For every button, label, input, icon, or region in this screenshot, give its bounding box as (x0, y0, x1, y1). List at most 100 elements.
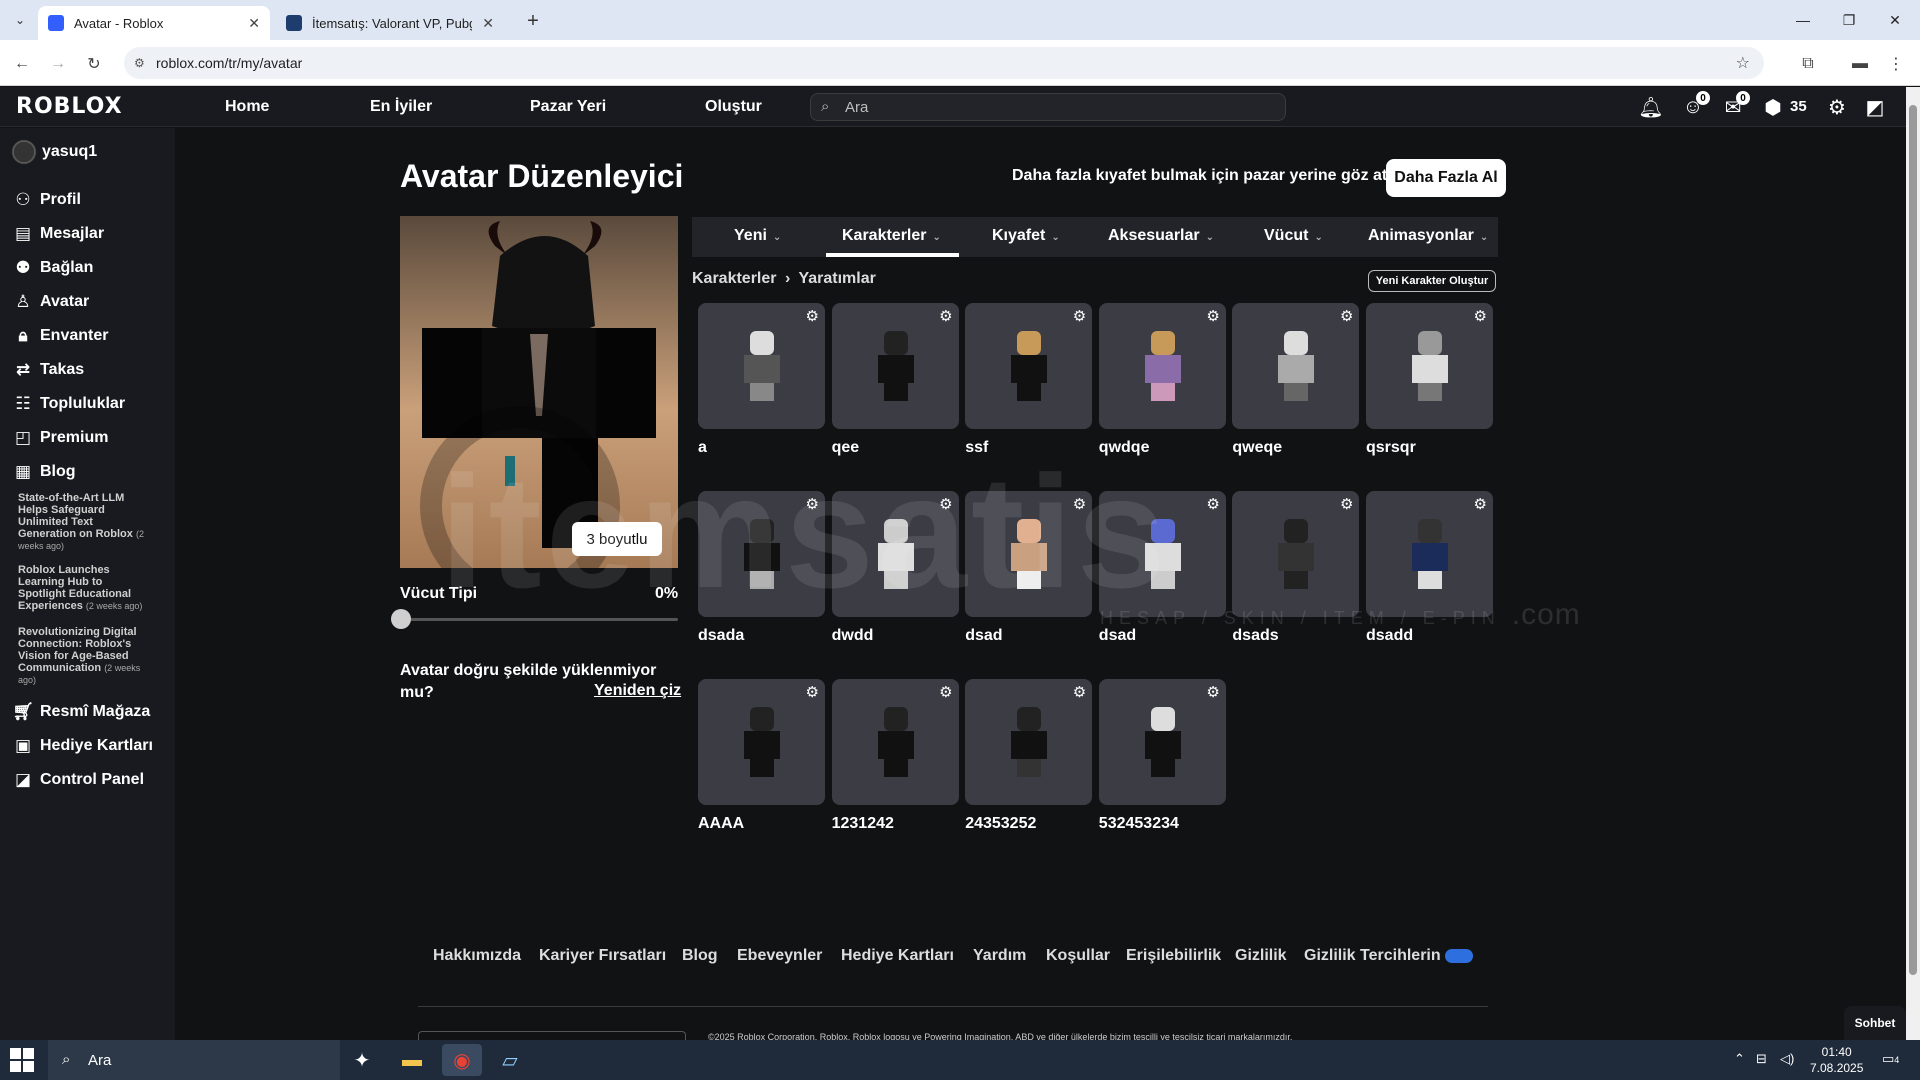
robux-icon[interactable]: ⬢ (1758, 93, 1788, 121)
tray-chevron-icon[interactable]: ⌃ (1734, 1051, 1745, 1067)
character-name[interactable]: AAAA (698, 815, 825, 833)
character-settings-gear-icon[interactable]: ⚙ (939, 683, 952, 701)
sidebar-item-inventory[interactable]: 🔒︎ Envanter (12, 326, 108, 346)
blog-news-item[interactable]: State-of-the-Art LLM Helps Safeguard Unl… (18, 492, 148, 552)
character-name[interactable]: qweqe (1232, 439, 1359, 457)
character-card[interactable]: ⚙ dsad (965, 491, 1093, 645)
character-name[interactable]: dwdd (832, 627, 959, 645)
nav-home[interactable]: Home (225, 98, 269, 116)
nav-marketplace[interactable]: Pazar Yeri (530, 98, 606, 116)
tab-animations[interactable]: Animasyonlar ⌄ (1368, 227, 1488, 245)
footer-link-privacy[interactable]: Gizlilik (1235, 947, 1287, 965)
character-thumbnail[interactable]: ⚙ (1098, 491, 1226, 617)
body-type-slider-thumb[interactable] (391, 609, 411, 629)
breadcrumb-parent[interactable]: Karakterler (692, 270, 777, 287)
character-settings-gear-icon[interactable]: ⚙ (1073, 495, 1086, 513)
close-tab-icon[interactable]: ✕ (248, 15, 260, 32)
toggle-3d-button[interactable]: 3 boyutlu (572, 522, 662, 556)
character-settings-gear-icon[interactable]: ⚙ (939, 495, 952, 513)
footer-link-privacy-choices[interactable]: Gizlilik Tercihlerin (1304, 947, 1474, 965)
character-settings-gear-icon[interactable]: ⚙ (1474, 307, 1487, 325)
character-name[interactable]: qsrsqr (1366, 439, 1493, 457)
notifications-icon[interactable]: ▭4 (1882, 1051, 1899, 1067)
roblox-logo[interactable]: ROBLOX (16, 94, 123, 119)
character-thumbnail[interactable]: ⚙ (1232, 303, 1360, 429)
character-name[interactable]: 532453234 (1099, 815, 1226, 833)
character-settings-gear-icon[interactable]: ⚙ (1206, 683, 1219, 701)
sidebar-item-control-panel[interactable]: ◪ Control Panel (12, 770, 144, 790)
footer-link-careers[interactable]: Kariyer Fırsatları (539, 947, 666, 965)
search-input[interactable]: ⌕ Ara (810, 93, 1286, 121)
character-card[interactable]: ⚙ AAAA (698, 679, 825, 833)
character-name[interactable]: qwdqe (1099, 439, 1226, 457)
avatar-preview[interactable] (400, 216, 678, 568)
character-name[interactable]: ssf (965, 439, 1092, 457)
sidebar-user[interactable]: yasuq1 (12, 140, 97, 164)
friends-icon[interactable]: ☺ 0 (1678, 91, 1710, 121)
character-name[interactable]: a (698, 439, 825, 457)
character-thumbnail[interactable]: ⚙ (965, 679, 1093, 805)
messages-icon[interactable]: ✉ 0 (1718, 91, 1750, 121)
character-settings-gear-icon[interactable]: ⚙ (939, 307, 952, 325)
character-thumbnail[interactable]: ⚙ (698, 679, 825, 805)
new-tab-icon[interactable]: + (520, 8, 546, 34)
footer-link-help[interactable]: Yardım (973, 947, 1026, 965)
character-card[interactable]: ⚙ qsrsqr (1366, 303, 1493, 457)
character-card[interactable]: ⚙ dwdd (831, 491, 959, 645)
sidebar-item-blog[interactable]: ▦ Blog (12, 462, 76, 482)
tab-characters[interactable]: Karakterler ⌄ (842, 227, 941, 245)
taskbar-clock[interactable]: 01:40 7.08.2025 (1810, 1044, 1863, 1076)
robux-count[interactable]: 35 (1790, 98, 1807, 115)
character-name[interactable]: dsada (698, 627, 825, 645)
character-card[interactable]: ⚙ dsada (698, 491, 825, 645)
redraw-link[interactable]: Yeniden çiz (594, 682, 681, 700)
restore-icon[interactable]: ❐ (1826, 6, 1872, 34)
footer-link-blog[interactable]: Blog (682, 947, 718, 965)
sidebar-item-messages[interactable]: ▤ Mesajlar (12, 224, 104, 244)
sidebar-item-connect[interactable]: ⚉ Bağlan (12, 258, 93, 278)
footer-link-parents[interactable]: Ebeveynler (737, 947, 822, 965)
close-tab-icon[interactable]: ✕ (482, 15, 494, 32)
get-more-button[interactable]: Daha Fazla Al (1386, 159, 1506, 197)
footer-link-about[interactable]: Hakkımızda (433, 947, 521, 965)
character-settings-gear-icon[interactable]: ⚙ (1340, 495, 1353, 513)
back-icon[interactable]: ← (8, 50, 36, 78)
character-card[interactable]: ⚙ 1231242 (831, 679, 959, 833)
character-thumbnail[interactable]: ⚙ (831, 679, 959, 805)
app-icon[interactable]: ▱ (490, 1044, 530, 1076)
character-card[interactable]: ⚙ 532453234 (1098, 679, 1226, 833)
tab-accessories[interactable]: Aksesuarlar ⌄ (1108, 227, 1214, 245)
chat-button[interactable]: Sohbet (1844, 1006, 1906, 1040)
character-settings-gear-icon[interactable]: ⚙ (1206, 495, 1219, 513)
address-bar[interactable]: ⚙ roblox.com/tr/my/avatar ☆ (124, 47, 1764, 79)
roblox-studio-icon[interactable]: ◩ (1860, 93, 1890, 121)
taskbar-search[interactable]: ⌕ Ara (48, 1040, 340, 1080)
reload-icon[interactable]: ↻ (80, 50, 108, 78)
sidebar-item-avatar[interactable]: ♙ Avatar (12, 292, 89, 312)
character-thumbnail[interactable]: ⚙ (831, 491, 959, 617)
footer-link-gift-cards[interactable]: Hediye Kartları (841, 947, 954, 965)
sidebar-item-official-store[interactable]: 🛒︎ Resmî Mağaza (12, 702, 150, 722)
character-thumbnail[interactable]: ⚙ (698, 491, 825, 617)
character-card[interactable]: ⚙ dsads (1232, 491, 1360, 645)
footer-link-accessibility[interactable]: Erişilebilirlik (1126, 947, 1221, 965)
blog-news-item[interactable]: Revolutionizing Digital Connection: Robl… (18, 626, 148, 686)
settings-gear-icon[interactable]: ⚙ (1822, 93, 1852, 121)
character-name[interactable]: dsad (1099, 627, 1226, 645)
page-scrollbar[interactable] (1906, 87, 1920, 1040)
browser-menu-icon[interactable]: ⋮ (1882, 50, 1910, 78)
site-info-icon[interactable]: ⚙ (134, 56, 145, 70)
tab-search-chevron-icon[interactable]: ⌄ (8, 8, 32, 32)
create-new-character-button[interactable]: Yeni Karakter Oluştur (1368, 270, 1496, 292)
character-settings-gear-icon[interactable]: ⚙ (806, 495, 819, 513)
character-settings-gear-icon[interactable]: ⚙ (1340, 307, 1353, 325)
character-card[interactable]: ⚙ a (698, 303, 825, 457)
character-card[interactable]: ⚙ qweqe (1232, 303, 1360, 457)
sidebar-item-premium[interactable]: ◰ Premium (12, 428, 109, 448)
character-card[interactable]: ⚙ 24353252 (965, 679, 1093, 833)
character-settings-gear-icon[interactable]: ⚙ (1206, 307, 1219, 325)
file-explorer-icon[interactable]: ▬ (392, 1044, 432, 1076)
windows-start-icon[interactable] (10, 1048, 34, 1072)
chrome-icon[interactable]: ◉ (442, 1044, 482, 1076)
tab-new[interactable]: Yeni ⌄ (734, 227, 781, 245)
